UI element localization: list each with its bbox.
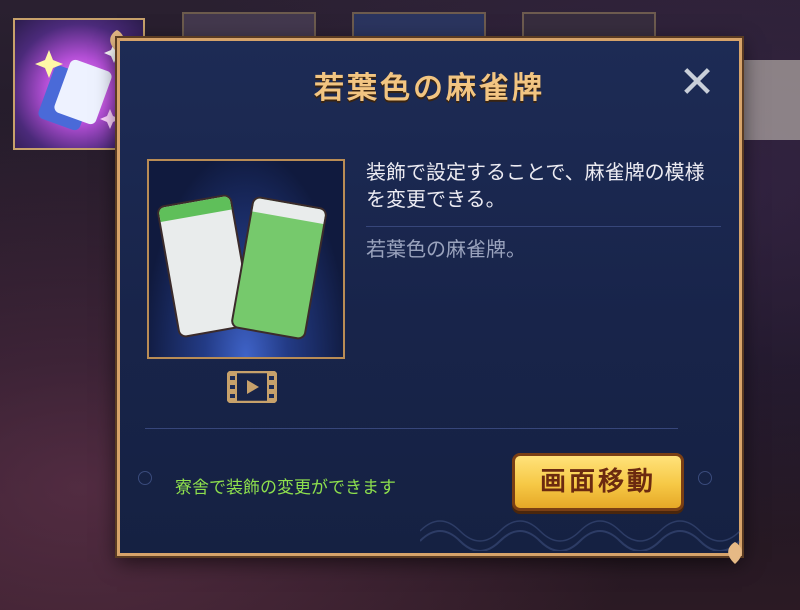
- petal-ornament: [728, 542, 742, 564]
- divider: [145, 428, 678, 429]
- decorative-circle: [138, 471, 152, 485]
- mahjong-tile-green: [229, 195, 329, 341]
- dialog-title: 若葉色の麻雀牌: [314, 71, 545, 106]
- item-description: 装飾で設定することで、麻雀牌の模様を変更できる。: [366, 160, 705, 211]
- video-preview-button[interactable]: [226, 370, 278, 404]
- hint-text: 寮舎で装飾の変更ができます: [175, 478, 396, 498]
- wave-pattern: [420, 520, 740, 551]
- item-preview: [147, 159, 345, 359]
- item-flavor-text: 若葉色の麻雀牌。: [366, 237, 526, 261]
- tile-edge: [158, 195, 232, 223]
- item-detail-dialog: 若葉色の麻雀牌 ✕ 装飾で設定することで、麻雀牌の模様を変更できる。 若葉色の麻…: [117, 38, 742, 556]
- decorative-circle: [698, 471, 712, 485]
- background-sign: [740, 60, 800, 140]
- video-play-icon: [226, 370, 278, 404]
- close-button[interactable]: ✕: [677, 61, 717, 105]
- tile-edge: [252, 197, 326, 225]
- divider: [366, 226, 721, 227]
- close-icon: ✕: [678, 57, 716, 108]
